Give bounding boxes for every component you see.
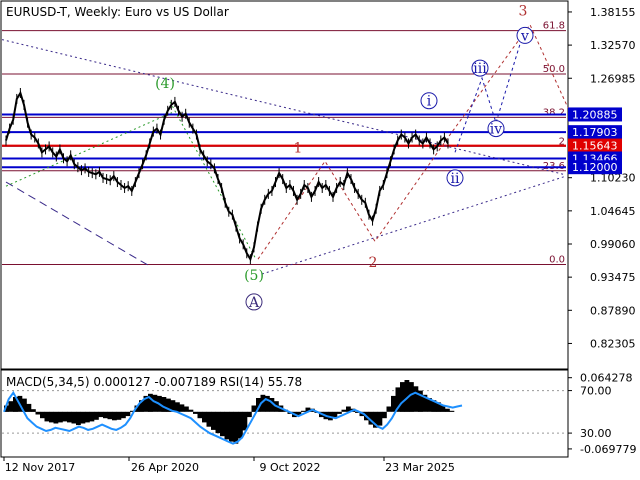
price-tick-label-1: 1.32570	[590, 39, 636, 52]
wave-label-6: i	[427, 94, 432, 110]
price-tick-label-0: 1.38155	[590, 6, 636, 19]
macd-bar-11	[53, 411, 59, 424]
macd-bar-83	[377, 411, 383, 426]
macd-bar-27	[125, 411, 131, 417]
chart-svg: EURUSD-T, Weekly: Euro vs US Dollar MACD…	[0, 0, 640, 480]
macd-bar-55	[251, 405, 257, 412]
time-tick-label-3: 23 Mar 2025	[385, 461, 455, 474]
macd-bar-13	[62, 411, 68, 422]
macd-bar-10	[49, 411, 54, 423]
fib-label-2: 38.2	[543, 107, 565, 118]
wave-label-4: 2	[369, 255, 378, 271]
macd-bar-17	[80, 411, 86, 424]
macd-bar-52	[238, 411, 243, 439]
macd-bar-8	[40, 411, 45, 419]
macd-bar-38	[175, 402, 180, 412]
macd-bar-45	[206, 411, 212, 427]
macd-bar-51	[233, 411, 239, 444]
price-tick-label-8: 0.82305	[590, 337, 636, 350]
indicator-title: MACD(5,34,5) 0.000127 -0.007189 RSI(14) …	[6, 375, 302, 389]
macd-bar-22	[103, 411, 108, 419]
macd-bar-74	[337, 411, 342, 414]
macd-bar-75	[341, 409, 347, 412]
macd-bar-19	[89, 411, 95, 422]
time-tick-label-2: 9 Oct 2022	[259, 461, 320, 474]
macd-bar-24	[112, 411, 117, 421]
macd-bar-47	[215, 411, 221, 434]
macd-bar-50	[229, 411, 234, 442]
macd-bar-54	[247, 411, 252, 418]
macd-bar-14	[67, 411, 72, 423]
wave-label-8: iii	[473, 61, 487, 77]
wave-label-0: (4)	[155, 76, 175, 92]
indicator-tick-label-3: -0.069779	[580, 443, 636, 456]
macd-bar-90	[409, 382, 414, 412]
indicator-tick-label-2: 30.00	[580, 427, 612, 440]
macd-bar-84	[382, 411, 387, 419]
fib-label-5: 0.0	[549, 255, 565, 266]
macd-bar-46	[211, 411, 216, 430]
macd-bar-44	[202, 411, 207, 423]
macd-bar-6	[31, 409, 36, 412]
indicator-tick-label-1: 70.00	[580, 385, 612, 398]
macd-bar-15	[71, 411, 77, 424]
macd-bar-86	[391, 395, 396, 412]
chart-root: EURUSD-T, Weekly: Euro vs US Dollar MACD…	[0, 0, 640, 480]
price-tick-label-7: 0.87890	[590, 304, 636, 317]
price-tick-label-5: 0.99060	[590, 238, 636, 251]
macd-bar-49	[224, 411, 230, 440]
macd-bar-99	[449, 410, 455, 412]
macd-bar-91	[413, 386, 419, 412]
price-tick-label-2: 1.26985	[590, 72, 636, 85]
macd-bar-43	[197, 411, 203, 419]
macd-bar-66	[301, 410, 306, 412]
wave-label-7: ii	[451, 171, 460, 187]
level-badge-label-0: 1.20885	[572, 108, 618, 121]
macd-bar-12	[58, 411, 63, 423]
fib-label-0: 61.8	[543, 21, 565, 32]
wave-label-5: 3	[519, 3, 528, 19]
chart-title: EURUSD-T, Weekly: Euro vs US Dollar	[6, 5, 229, 19]
time-tick-label-0: 12 Nov 2017	[5, 461, 75, 474]
macd-bar-42	[193, 411, 198, 414]
macd-bar-85	[386, 406, 392, 412]
macd-bar-40	[184, 406, 189, 412]
macd-bar-35	[161, 397, 167, 412]
macd-bar-21	[98, 411, 104, 418]
macd-bar-1	[8, 401, 14, 412]
price-tick-label-4: 1.04645	[590, 205, 636, 218]
macd-bar-25	[116, 411, 122, 420]
macd-bar-26	[121, 411, 126, 419]
wave-label-10: v	[520, 28, 529, 44]
price-tick-label-6: 0.93475	[590, 271, 636, 284]
wave-label-3: 1	[294, 141, 303, 157]
macd-bar-41	[188, 409, 194, 412]
macd-bar-39	[179, 404, 185, 412]
macd-bar-9	[44, 411, 50, 422]
macd-bar-20	[94, 411, 99, 420]
indicator-tick-label-0: 0.064278	[580, 372, 633, 385]
wave-label-9: iv	[490, 122, 502, 138]
macd-bar-23	[107, 411, 113, 420]
wave-label-2: A	[248, 295, 260, 311]
macd-bar-7	[35, 411, 41, 415]
macd-bar-88	[400, 382, 405, 412]
time-tick-label-1: 26 Apr 2020	[131, 461, 199, 474]
level-badge-label-1: 1.17903	[572, 126, 618, 139]
macd-bar-5	[26, 403, 32, 412]
level-badge-label-2: 1.15643	[572, 140, 618, 153]
macd-bar-98	[445, 408, 450, 412]
macd-bar-73	[332, 411, 338, 418]
macd-bar-18	[85, 411, 90, 423]
macd-bar-48	[220, 411, 225, 437]
level-badge-label-4: 1.12000	[572, 161, 618, 174]
fib-label-1: 50.0	[543, 64, 565, 75]
wave-label-1: (5)	[244, 268, 264, 284]
macd-bar-16	[76, 411, 81, 426]
